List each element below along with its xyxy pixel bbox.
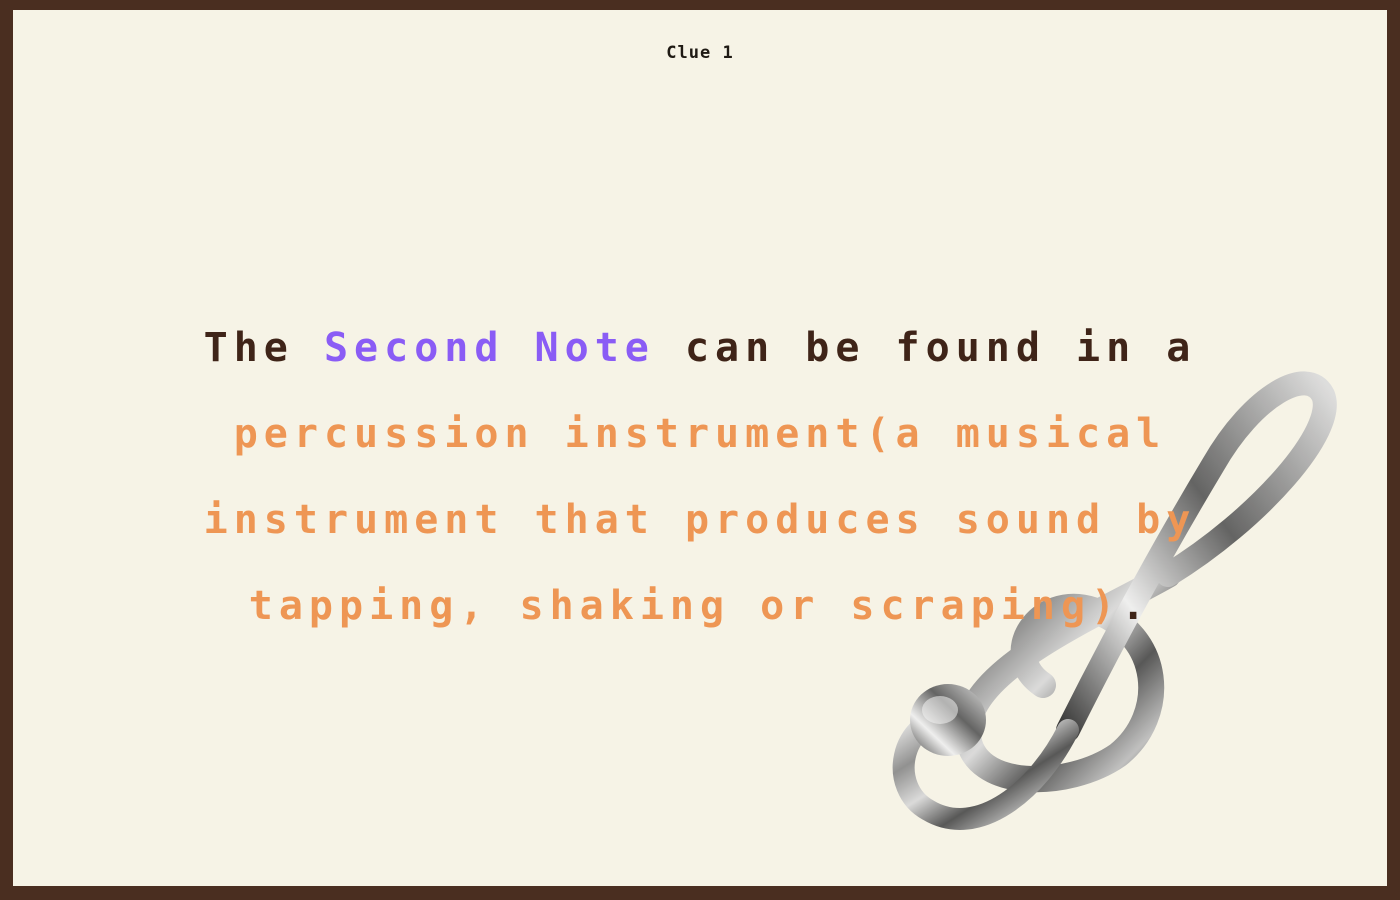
clue-text-end: . [1121, 583, 1152, 629]
clue-text-highlight: Second Note [323, 325, 655, 371]
clue-text-middle: can be found in a [684, 325, 1197, 371]
clue-card: Clue 1 The Second Note can be found in a… [13, 10, 1387, 886]
clue-title: Clue 1 [666, 43, 734, 63]
clue-text-intro: The [203, 325, 294, 371]
clue-text: The Second Note can be found in a percus… [113, 305, 1287, 649]
clue-text-answer: percussion instrument(a musical instrume… [203, 411, 1197, 629]
